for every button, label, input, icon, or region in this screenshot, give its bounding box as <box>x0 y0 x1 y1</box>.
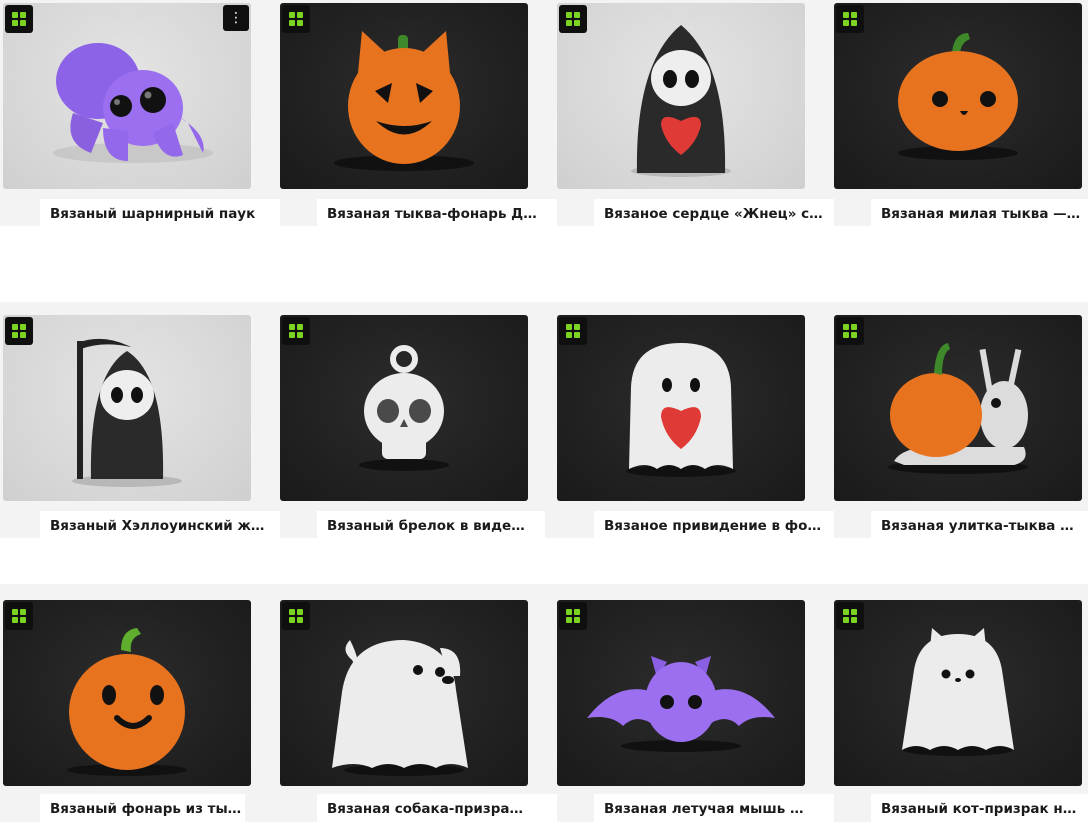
knit-logo-icon <box>5 5 33 33</box>
card-title[interactable]: Вязаная милая тыква — Хэллоуин <box>881 206 1081 222</box>
knitted-ghost-dog-image <box>332 640 468 776</box>
knit-logo-icon <box>282 317 310 345</box>
knitted-ghost-cat-image <box>902 628 1014 756</box>
model-card-spider[interactable]: ⋮ Вязаный шарнирный паук <box>3 3 280 233</box>
row-separator <box>0 226 1088 302</box>
card-title-bar: Вязаный шарнирный паук <box>40 199 280 233</box>
knit-logo-icon <box>836 317 864 345</box>
knit-logo-icon <box>559 5 587 33</box>
card-title-bar: Вязаный фонарь из тыквы <box>40 794 245 822</box>
card-title-bar: Вязаный Хэллоуинский жнец <box>40 511 280 545</box>
model-card-reaper[interactable]: Вязаный Хэллоуинский жнец <box>3 315 280 545</box>
knitted-ghost-heart-image <box>626 343 736 477</box>
knit-logo-icon <box>836 602 864 630</box>
knitted-reaper-heart-image <box>631 25 731 177</box>
model-card-cute-pumpkin[interactable]: Вязаная милая тыква — Хэллоуин <box>834 3 1088 233</box>
card-title-bar: Вязаный кот-призрак на Хэллоуин <box>871 794 1088 822</box>
knitted-skull-keychain-image <box>359 345 449 471</box>
knitted-reaper-image <box>72 338 182 487</box>
card-title[interactable]: Вязаное привидение в форме сердца <box>604 518 826 534</box>
thumbnail[interactable] <box>3 315 251 501</box>
thumbnail[interactable] <box>3 600 251 786</box>
more-vertical-icon[interactable]: ⋮ <box>223 5 249 31</box>
knitted-cute-pumpkin-image <box>898 33 1018 160</box>
model-card-pumpkin-lantern[interactable]: Вязаный фонарь из тыквы <box>3 600 251 822</box>
thumbnail[interactable] <box>557 315 805 501</box>
card-title[interactable]: Вязаная улитка-тыква на Хэллоуин <box>881 518 1081 534</box>
knitted-pumpkin-lantern-image <box>67 628 187 776</box>
card-title[interactable]: Вязаная собака-призрак на Хэллоуин <box>327 801 529 817</box>
model-card-ghost-dog[interactable]: Вязаная собака-призрак на Хэллоуин <box>280 600 557 822</box>
model-card-bat[interactable]: Вязаная летучая мышь на Хэллоуин <box>557 600 834 822</box>
thumbnail[interactable] <box>280 600 528 786</box>
thumbnail[interactable] <box>834 315 1082 501</box>
thumbnail[interactable] <box>280 315 528 501</box>
knitted-snail-pumpkin-image <box>888 343 1028 474</box>
card-title-bar: Вязаная собака-призрак на Хэллоуин <box>317 794 557 822</box>
card-title[interactable]: Вязаное сердце «Жнец» с сердцем <box>604 206 826 222</box>
card-title-bar: Вязаное привидение в форме сердца <box>594 511 834 545</box>
model-card-skull-keychain[interactable]: Вязаный брелок в виде черепа <box>280 315 545 545</box>
card-title-bar: Вязаное сердце «Жнец» с сердцем <box>594 199 834 233</box>
card-title[interactable]: Вязаный кот-призрак на Хэллоуин <box>881 801 1081 817</box>
card-title-bar: Вязаная милая тыква — Хэллоуин <box>871 199 1088 233</box>
thumbnail[interactable] <box>834 600 1082 786</box>
thumbnail[interactable] <box>834 3 1082 189</box>
model-card-jack-cat[interactable]: Вязаная тыква-фонарь Джек-кот <box>280 3 557 233</box>
knit-logo-icon <box>559 317 587 345</box>
knit-logo-icon <box>5 317 33 345</box>
knit-logo-icon <box>836 5 864 33</box>
model-card-reaper-heart[interactable]: Вязаное сердце «Жнец» с сердцем <box>557 3 834 233</box>
knitted-bat-image <box>587 656 775 752</box>
card-title[interactable]: Вязаная летучая мышь на Хэллоуин <box>604 801 806 817</box>
knit-logo-icon <box>5 602 33 630</box>
thumbnail[interactable] <box>557 3 805 189</box>
model-card-ghost-heart[interactable]: Вязаное привидение в форме сердца <box>557 315 834 545</box>
card-title-bar: Вязаный брелок в виде черепа <box>317 511 545 545</box>
card-title-bar: Вязаная улитка-тыква на Хэллоуин <box>871 511 1088 545</box>
card-title[interactable]: Вязаный шарнирный паук <box>50 206 272 222</box>
thumbnail[interactable] <box>557 600 805 786</box>
knit-logo-icon <box>282 602 310 630</box>
knit-logo-icon <box>559 602 587 630</box>
card-title[interactable]: Вязаный брелок в виде черепа <box>327 518 527 534</box>
card-title-bar: Вязаная летучая мышь на Хэллоуин <box>594 794 834 822</box>
knitted-spider-image <box>53 43 213 163</box>
knitted-pumpkin-cat-image <box>334 31 474 171</box>
card-title[interactable]: Вязаная тыква-фонарь Джек-кот <box>327 206 549 222</box>
model-card-snail-pumpkin[interactable]: Вязаная улитка-тыква на Хэллоуин <box>834 315 1088 545</box>
model-card-ghost-cat[interactable]: Вязаный кот-призрак на Хэллоуин <box>834 600 1088 822</box>
thumbnail[interactable] <box>280 3 528 189</box>
knit-logo-icon <box>282 5 310 33</box>
card-title[interactable]: Вязаный фонарь из тыквы <box>50 801 245 817</box>
thumbnail[interactable]: ⋮ <box>3 3 251 189</box>
card-title-bar: Вязаная тыква-фонарь Джек-кот <box>317 199 557 233</box>
card-title[interactable]: Вязаный Хэллоуинский жнец <box>50 518 272 534</box>
